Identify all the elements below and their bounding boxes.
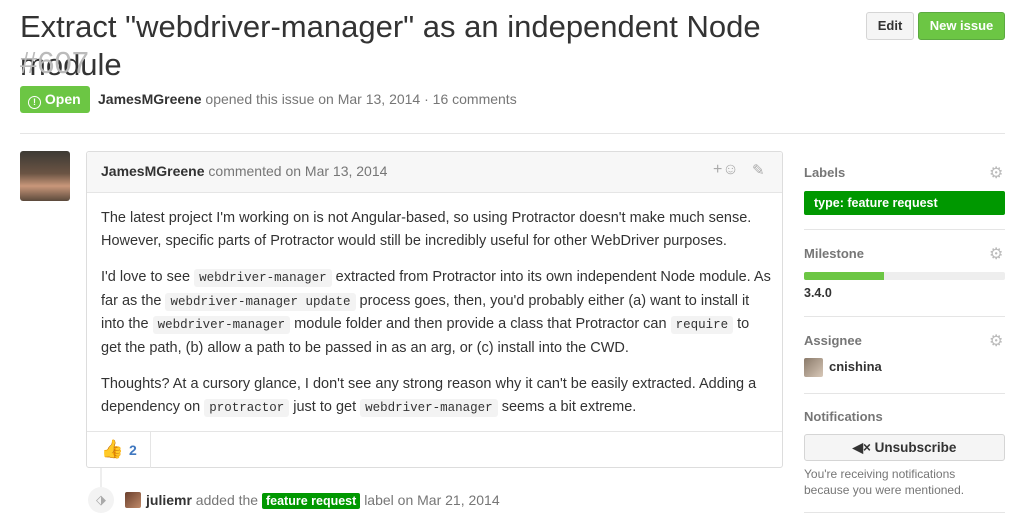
sidebar: Labels ⚙ type: feature request Milestone…	[804, 151, 1005, 515]
emoji-add-icon[interactable]: +☺	[713, 161, 739, 179]
comment-paragraph: I'd love to see webdriver-manager extrac…	[101, 269, 771, 356]
inline-code: webdriver-manager update	[165, 292, 356, 311]
reaction-count: 2	[129, 442, 137, 458]
timeline-line	[100, 468, 102, 488]
unsubscribe-label: Unsubscribe	[874, 440, 957, 455]
issue-meta: JamesMGreene opened this issue on Mar 13…	[98, 91, 517, 107]
inline-code: protractor	[204, 398, 290, 417]
assignee-name[interactable]: cnishina	[829, 359, 882, 374]
comment-paragraph: The latest project I'm working on is not…	[101, 210, 752, 249]
comment-box: JamesMGreene commented on Mar 13, 2014 +…	[86, 151, 783, 468]
unsubscribe-button[interactable]: ◀× Unsubscribe	[804, 434, 1005, 461]
event-avatar[interactable]	[125, 492, 141, 508]
comment-body: The latest project I'm working on is not…	[101, 207, 771, 419]
sidebar-divider	[804, 316, 1005, 317]
notification-note: You're receiving notifications because y…	[804, 467, 965, 497]
sidebar-divider	[804, 229, 1005, 230]
tag-icon: ⬗	[88, 487, 114, 513]
gear-icon[interactable]: ⚙	[989, 163, 1003, 183]
state-label: Open	[44, 91, 81, 107]
reaction-thumbs-up[interactable]: 👍 2	[87, 432, 151, 468]
issue-author-link[interactable]: JamesMGreene	[98, 91, 202, 107]
sidebar-divider	[804, 393, 1005, 394]
event-label[interactable]: feature request	[261, 493, 361, 509]
milestone-progress-bar	[804, 272, 1005, 280]
issue-number: #607	[20, 45, 89, 80]
state-badge: ! Open	[20, 86, 90, 113]
gear-icon[interactable]: ⚙	[989, 331, 1003, 351]
labels-heading[interactable]: Labels	[804, 165, 845, 180]
issue-title-text: Extract "webdriver-manager" as an indepe…	[20, 9, 761, 82]
event-suffix: label on Mar 21, 2014	[364, 492, 500, 508]
new-issue-button[interactable]: New issue	[918, 12, 1005, 40]
inline-code: webdriver-manager	[194, 269, 332, 287]
inline-code: webdriver-manager	[152, 316, 291, 334]
issue-opened-text: opened this issue on Mar 13, 2014 · 16 c…	[205, 91, 517, 107]
comment-paragraph: Thoughts? At a cursory glance, I don't s…	[101, 376, 757, 417]
assignee-heading[interactable]: Assignee	[804, 333, 862, 348]
milestone-name[interactable]: 3.4.0	[804, 286, 832, 300]
header-divider	[20, 133, 1005, 134]
edit-button[interactable]: Edit	[866, 12, 914, 40]
mute-icon: ◀×	[852, 440, 871, 455]
reactions-bar: 👍 2	[87, 431, 782, 468]
comment-author-link[interactable]: JamesMGreene	[101, 163, 205, 179]
event-action: added the	[195, 492, 259, 508]
inline-code: webdriver-manager	[360, 398, 498, 417]
avatar[interactable]	[20, 151, 70, 201]
inline-code: require	[670, 316, 734, 334]
timeline-event: juliemr added the feature request label …	[146, 492, 500, 509]
gear-icon[interactable]: ⚙	[989, 244, 1003, 264]
notifications-heading: Notifications	[804, 409, 883, 424]
issue-title: Extract "webdriver-manager" as an indepe…	[20, 8, 850, 84]
thumbs-up-icon: 👍	[101, 439, 124, 459]
label-badge[interactable]: type: feature request	[804, 191, 1005, 215]
milestone-progress-fill	[804, 272, 885, 280]
event-user-link[interactable]: juliemr	[146, 492, 192, 508]
comment-header: JamesMGreene commented on Mar 13, 2014 +…	[87, 152, 782, 193]
pencil-icon[interactable]: ✎	[752, 161, 765, 179]
open-issue-icon: !	[28, 96, 41, 109]
comment-meta: commented on Mar 13, 2014	[208, 163, 388, 179]
sidebar-divider	[804, 512, 1005, 513]
assignee-avatar[interactable]	[804, 358, 823, 377]
milestone-heading[interactable]: Milestone	[804, 246, 864, 261]
